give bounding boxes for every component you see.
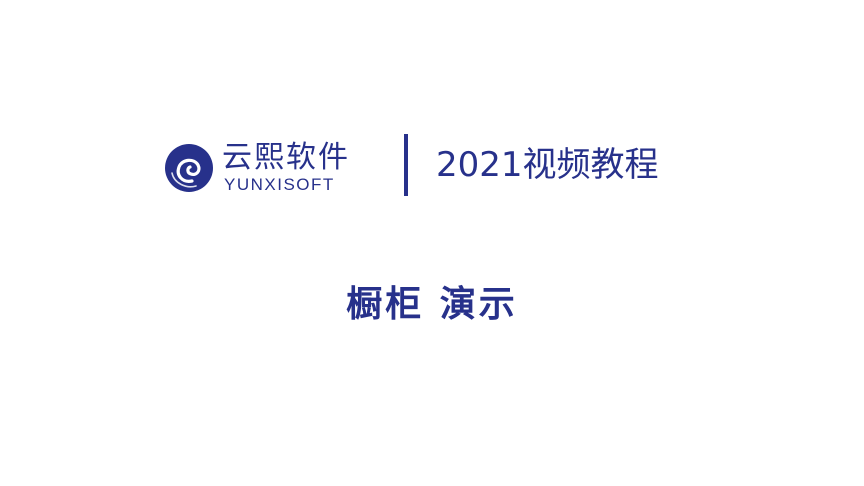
brand-name-chinese: 云熙软件 xyxy=(222,140,350,175)
series-title: 2021视频教程 xyxy=(436,145,659,185)
title-slide: 云熙软件 YUNXISOFT 2021视频教程 橱柜 演示 xyxy=(0,0,864,486)
brand-name-english: YUNXISOFT xyxy=(224,175,335,194)
topic-title: 橱柜 演示 xyxy=(346,284,518,325)
spiral-logo-icon xyxy=(164,143,214,193)
header-divider xyxy=(404,134,408,196)
